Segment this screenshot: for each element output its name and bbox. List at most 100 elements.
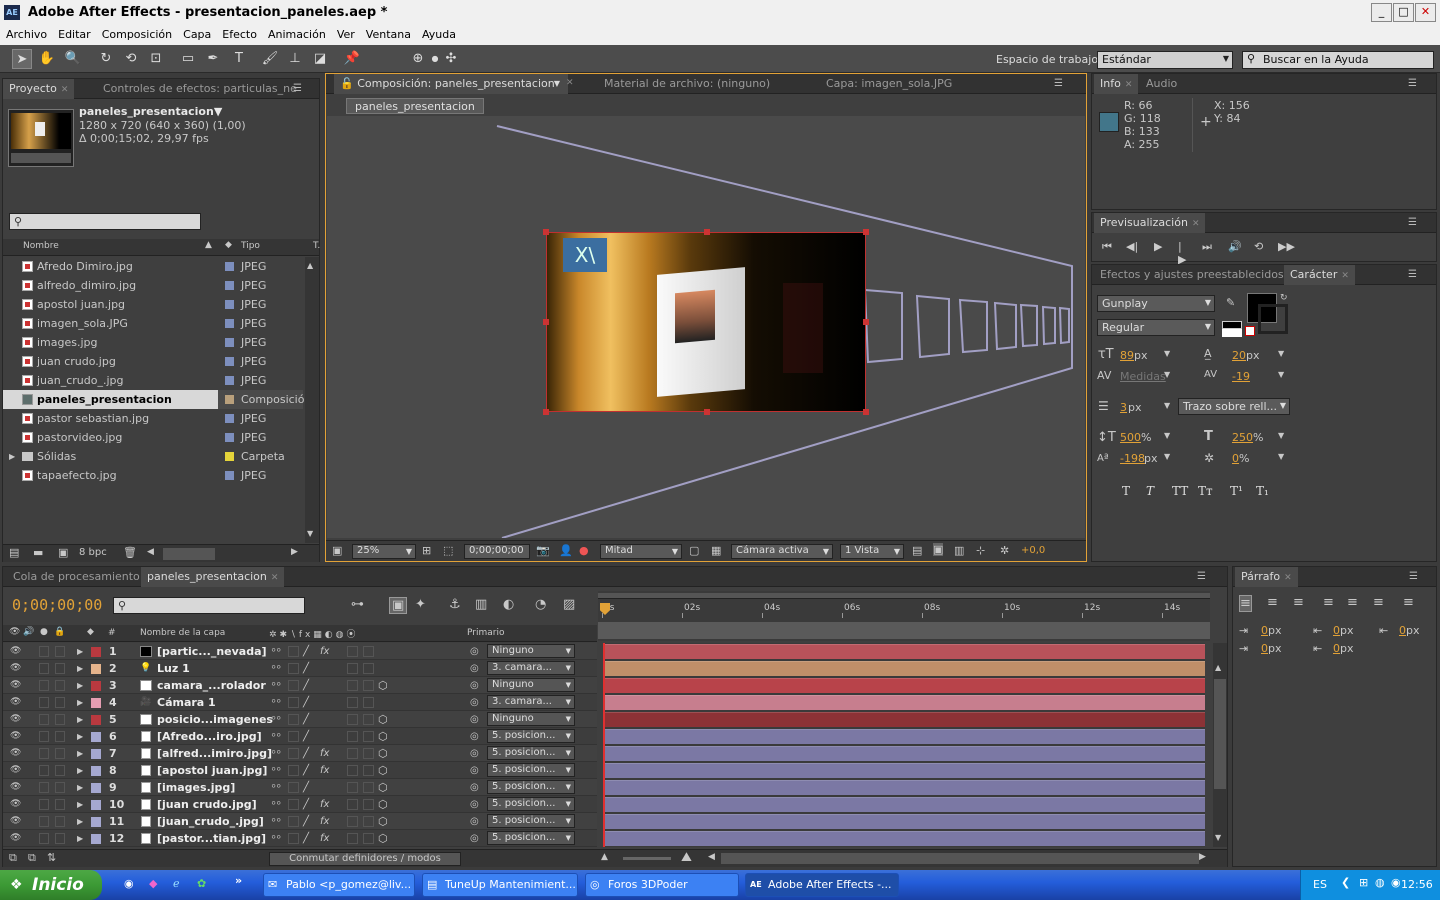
toggle-pixel-aspect-icon[interactable]: ▤: [912, 544, 922, 557]
safe-margins-icon[interactable]: ⊞: [422, 544, 431, 557]
network-icon[interactable]: ⊞: [1359, 876, 1368, 889]
space-after-value[interactable]: 0: [1333, 642, 1340, 655]
layer-row[interactable]: 👁 ▶ 8 [apostol juan.jpg] ⸰⸰ ╱ fx ⬡ ◎ 5. posicion.…: [3, 762, 597, 779]
channel-rgb-icon[interactable]: ●: [579, 544, 589, 557]
frame-blend-switch[interactable]: [347, 731, 358, 742]
close-icon[interactable]: ✕: [1284, 573, 1292, 583]
effects-switch-icon[interactable]: fx: [320, 745, 329, 762]
label-tag-icon[interactable]: ◆: [87, 627, 94, 637]
chevron-down-icon[interactable]: ▼: [1164, 431, 1170, 440]
loop-icon[interactable]: ⟲: [1254, 240, 1263, 253]
eye-icon[interactable]: 👁: [10, 779, 21, 796]
resolution-select[interactable]: Mitad ▼: [600, 544, 682, 559]
solo-box[interactable]: [39, 714, 49, 725]
label-color-swatch[interactable]: [225, 433, 234, 442]
project-item[interactable]: juan_crudo_.jpg JPEG: [3, 371, 303, 390]
chevron-down-icon[interactable]: ▼: [1278, 431, 1284, 440]
transform-handle[interactable]: [543, 319, 549, 325]
solo-box[interactable]: [39, 697, 49, 708]
pan-behind-tool-icon[interactable]: ⊡: [146, 49, 166, 69]
hand-tool-icon[interactable]: ✋: [37, 49, 57, 69]
pickwhip-icon[interactable]: ◎: [470, 643, 479, 660]
motion-blur-switch[interactable]: [363, 782, 374, 793]
taskbar-item-foros[interactable]: ◎ Foros 3DPoder: [585, 873, 739, 897]
expand-arrow-icon[interactable]: ▶: [77, 660, 83, 677]
justify-left-icon[interactable]: ≡: [1323, 595, 1334, 610]
pickwhip-icon[interactable]: ◎: [470, 660, 479, 677]
layer-row[interactable]: 👁 ▶ 5 posicio...imagenes ⸰⸰ ╱ ⬡ ◎ Ninguno ▼: [3, 711, 597, 728]
close-icon[interactable]: ✕: [271, 573, 279, 583]
quality-switch-icon[interactable]: ╱: [303, 728, 309, 745]
frame-blend-switch[interactable]: [347, 782, 358, 793]
toggle-switches-modes-button[interactable]: Conmutar definidores / modos: [269, 852, 461, 866]
project-item[interactable]: tapaefecto.jpg JPEG: [3, 466, 303, 485]
label-color-swatch[interactable]: [225, 319, 234, 328]
horizontal-scroll-thumb[interactable]: [163, 548, 215, 560]
layer-duration-bar[interactable]: [605, 763, 1205, 778]
close-button[interactable]: ✕: [1415, 3, 1436, 22]
taskbar-item-mail[interactable]: ✉ Pablo <p_gomez@liv...: [263, 873, 415, 897]
menu-editar[interactable]: Editar: [52, 26, 96, 41]
transparency-grid-icon[interactable]: ▦: [711, 544, 721, 557]
col-type[interactable]: Tipo: [241, 241, 260, 251]
transform-handle[interactable]: [543, 229, 549, 235]
menu-composicion[interactable]: Composición: [96, 26, 177, 41]
collapse-switch[interactable]: [288, 697, 299, 708]
new-comp-icon[interactable]: ▣: [58, 546, 68, 559]
label-color-swatch[interactable]: [225, 262, 234, 271]
timeline-search-input[interactable]: ⚲: [113, 597, 305, 614]
comp-timecode[interactable]: 0;00;00;00: [464, 544, 530, 559]
exposure-value[interactable]: +0,0: [1021, 545, 1045, 556]
pickwhip-icon[interactable]: ◎: [470, 779, 479, 796]
col-name[interactable]: Nombre: [23, 241, 59, 251]
effects-switch-icon[interactable]: fx: [320, 813, 329, 830]
col-parent[interactable]: Primario: [467, 628, 504, 638]
label-color-swatch[interactable]: [225, 338, 234, 347]
solo-box[interactable]: [39, 663, 49, 674]
solo-box[interactable]: [39, 833, 49, 844]
layer-duration-bar[interactable]: [605, 712, 1205, 727]
close-icon[interactable]: ✕: [61, 85, 69, 95]
lock-box[interactable]: [55, 765, 65, 776]
tab-info[interactable]: Info ✕: [1094, 74, 1139, 94]
minimize-button[interactable]: _: [1371, 3, 1392, 22]
zoom-slider[interactable]: [623, 857, 671, 860]
solo-box[interactable]: [39, 680, 49, 691]
axis-view-icon[interactable]: ✣: [441, 49, 461, 69]
layer-row[interactable]: 👁 ▶ 1 [partic..._nevada] ⸰⸰ ╱ fx ◎ Ninguno ▼: [3, 643, 597, 660]
audio-icon[interactable]: 🔊: [23, 627, 34, 637]
chevron-down-icon[interactable]: ▼: [554, 74, 560, 93]
label-color-swatch[interactable]: [225, 281, 234, 290]
effects-switch-icon[interactable]: fx: [320, 830, 329, 847]
motion-blur-switch[interactable]: [363, 680, 374, 691]
tab-layer[interactable]: Capa: imagen_sola.JPG: [820, 74, 958, 94]
timeline-icon[interactable]: ▥: [954, 544, 964, 557]
tracking-value[interactable]: -19: [1232, 370, 1250, 383]
3d-layer-switch-icon[interactable]: ⬡: [378, 813, 388, 830]
comp-mini-flowchart-icon[interactable]: ⊶: [351, 597, 364, 612]
menu-efecto[interactable]: Efecto: [216, 26, 262, 41]
work-area-bar[interactable]: [598, 593, 1210, 599]
motion-blur-switch[interactable]: [363, 714, 374, 725]
tab-project[interactable]: Proyecto ✕: [3, 79, 75, 99]
label-color-swatch[interactable]: [91, 834, 101, 844]
quality-switch-icon[interactable]: ╱: [303, 677, 309, 694]
faux-bold-button[interactable]: T: [1122, 484, 1130, 498]
justify-all-icon[interactable]: ≡: [1403, 595, 1414, 610]
transform-handle[interactable]: [863, 229, 869, 235]
eye-icon[interactable]: 👁: [10, 728, 21, 745]
parent-select[interactable]: 5. posicion... ▼: [487, 729, 575, 743]
hide-shy-icon[interactable]: ⚓: [449, 597, 461, 612]
lock-box[interactable]: [55, 663, 65, 674]
label-color-swatch[interactable]: [91, 715, 101, 725]
3d-layer-switch-icon[interactable]: ⬡: [378, 779, 388, 796]
timeline-horizontal-thumb[interactable]: [721, 853, 1199, 864]
lock-box[interactable]: [55, 680, 65, 691]
align-right-icon[interactable]: ≡: [1293, 595, 1304, 610]
scroll-left-icon[interactable]: ◀: [708, 852, 715, 862]
selection-tool-icon[interactable]: ➤: [12, 49, 32, 69]
tab-effects-presets[interactable]: Efectos y ajustes preestablecidos: [1094, 265, 1290, 285]
white-swatch[interactable]: [1222, 329, 1242, 337]
label-color-swatch[interactable]: [91, 766, 101, 776]
eye-icon[interactable]: 👁: [10, 677, 21, 694]
